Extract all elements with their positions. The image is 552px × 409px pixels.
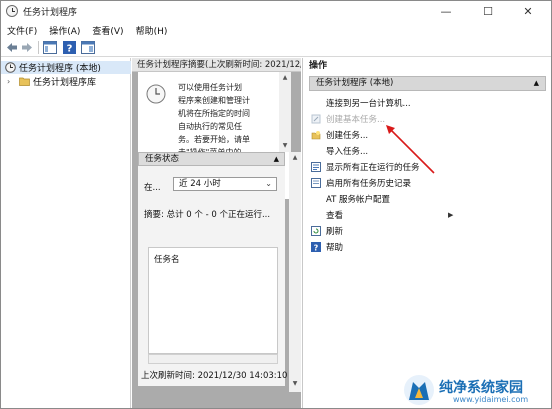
period-value: 近 24 小时	[179, 179, 221, 189]
folder-icon	[19, 77, 30, 86]
task-list-horizontal-scrollbar[interactable]	[148, 354, 278, 364]
description-line: 机将在所指定的时间	[178, 109, 250, 118]
watermark-url: www.yidaimei.com	[453, 395, 529, 404]
task-status-header[interactable]: 任务状态 ▲	[138, 152, 285, 166]
description-text: 可以使用任务计划 程序来创建和管理计 机将在所指定的时间 自动执行的常见任 务。…	[178, 81, 278, 159]
summary-pane: 任务计划程序摘要(上次刷新时间: 2021/12/ 可以使用任务计划 程序来创建…	[132, 58, 301, 408]
tree-item-task-scheduler-local[interactable]: 任务计划程序 (本地)	[1, 61, 131, 74]
show-hide-tree-icon[interactable]	[43, 41, 57, 54]
toolbar: ?	[1, 39, 551, 57]
action-at-service-config[interactable]: AT 服务帐户配置	[303, 191, 551, 207]
expand-chevron-icon[interactable]: ›	[7, 77, 15, 86]
refresh-icon	[311, 226, 321, 236]
tree-item-label: 任务计划程序 (本地)	[19, 64, 101, 74]
description-line: 程序来创建和管理计	[178, 96, 250, 105]
last-refresh-time: 上次刷新时间: 2021/12/30 14:03:10	[138, 366, 287, 386]
tree-item-label: 任务计划程序库	[33, 78, 97, 88]
menu-file[interactable]: 文件(F)	[7, 24, 37, 37]
action-connect-computer[interactable]: 连接到另一台计算机...	[303, 95, 551, 111]
task-name-column-header: 任务名	[154, 255, 180, 265]
description-line: 自动执行的常见任	[178, 122, 242, 131]
menu-action[interactable]: 操作(A)	[49, 24, 80, 37]
status-summary: 摘要: 总计 0 个 - 0 个正在运行...	[144, 210, 271, 220]
description-scrollbar[interactable]: ▲ ▼	[279, 72, 291, 152]
svg-text:?: ?	[314, 243, 319, 252]
back-arrow-icon[interactable]	[6, 41, 18, 54]
submenu-arrow-icon: ▶	[448, 211, 454, 219]
svg-text:?: ?	[67, 44, 73, 55]
actions-pane: 操作 任务计划程序 (本地) ▲ 连接到另一台计算机... 创建基本任务... …	[302, 58, 551, 408]
task-list[interactable]: 任务名	[148, 247, 278, 354]
minimize-button[interactable]: —	[427, 1, 465, 21]
menu-help[interactable]: 帮助(H)	[136, 24, 168, 37]
period-dropdown[interactable]: 近 24 小时 ⌄	[173, 177, 277, 191]
summary-scrollbar[interactable]: ▲ ▼	[289, 152, 301, 392]
task-scheduler-window: 任务计划程序 — ☐ ✕ 文件(F) 操作(A) 查看(V) 帮助(H) ? 任…	[0, 0, 552, 409]
running-tasks-icon	[311, 162, 321, 172]
collapse-icon[interactable]: ▲	[274, 153, 279, 165]
menu-view[interactable]: 查看(V)	[92, 24, 123, 37]
description-line: 务。若要开始，请单	[178, 135, 250, 144]
navigation-tree: 任务计划程序 (本地) › 任务计划程序库	[1, 58, 131, 408]
watermark-title: 纯净系统家园	[439, 380, 523, 396]
task-scheduler-clock-icon	[146, 84, 166, 104]
menu-bar: 文件(F) 操作(A) 查看(V) 帮助(H)	[1, 21, 551, 39]
help-icon[interactable]: ?	[63, 41, 76, 54]
close-button[interactable]: ✕	[509, 1, 547, 21]
action-label: 创建任务...	[326, 131, 369, 141]
actions-group-label: 任务计划程序 (本地)	[316, 78, 394, 88]
window-title: 任务计划程序	[23, 8, 78, 18]
view-panel-icon[interactable]	[81, 41, 95, 54]
actions-header: 操作	[303, 58, 551, 74]
chevron-down-icon: ⌄	[265, 179, 272, 188]
summary-header: 任务计划程序摘要(上次刷新时间: 2021/12/	[132, 58, 301, 72]
task-status-label: 任务状态	[145, 154, 180, 164]
action-label: 连接到另一台计算机...	[326, 99, 411, 109]
maximize-button[interactable]: ☐	[469, 1, 507, 21]
action-label: AT 服务帐户配置	[326, 195, 391, 205]
annotation-arrow	[386, 125, 435, 174]
actions-group-header[interactable]: 任务计划程序 (本地) ▲	[309, 76, 546, 91]
tree-item-task-library[interactable]: › 任务计划程序库	[1, 75, 131, 88]
toolbar-separator	[38, 41, 39, 54]
annotation-arrow-shaft	[387, 126, 435, 174]
title-bar: 任务计划程序 — ☐ ✕	[1, 1, 551, 21]
action-label: 导入任务...	[326, 147, 369, 157]
collapse-icon[interactable]: ▲	[534, 77, 539, 90]
action-refresh[interactable]: 刷新	[303, 223, 551, 239]
task-scheduler-app-icon	[6, 5, 18, 17]
action-view[interactable]: 查看 ▶	[303, 207, 551, 223]
description-line: 可以使用任务计划	[178, 83, 242, 92]
clock-icon	[5, 62, 16, 73]
site-watermark: 纯净系统家园 www.yidaimei.com	[403, 372, 551, 408]
history-icon	[311, 178, 321, 188]
wizard-icon	[311, 114, 321, 124]
create-task-icon	[311, 131, 321, 140]
action-label: 刷新	[326, 227, 344, 237]
period-label: 在...	[144, 183, 161, 193]
watermark-logo	[404, 375, 434, 405]
help-icon: ?	[311, 242, 321, 252]
action-label: 查看	[326, 211, 344, 221]
action-label: 帮助	[326, 243, 344, 253]
action-help[interactable]: ? 帮助	[303, 239, 551, 255]
forward-arrow-icon[interactable]	[21, 41, 33, 54]
